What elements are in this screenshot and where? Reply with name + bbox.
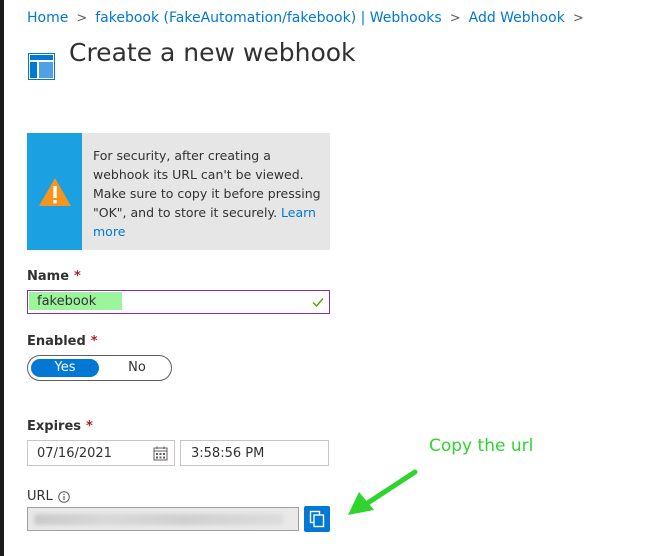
expires-date-value: 07/16/2021 [37, 446, 112, 461]
info-icon[interactable] [57, 490, 70, 503]
check-icon [312, 298, 324, 308]
required-asterisk: * [74, 269, 81, 284]
toggle-no-option[interactable]: No [104, 359, 170, 377]
name-label: Name * [27, 269, 81, 284]
annotation-arrow-icon [348, 469, 418, 515]
chevron-right-icon: > [76, 10, 88, 26]
enabled-toggle[interactable]: Yes No [27, 355, 172, 381]
toggle-yes-option[interactable]: Yes [31, 359, 99, 377]
breadcrumb-home[interactable]: Home [27, 10, 68, 26]
name-value: fakebook [37, 294, 97, 309]
alert-bar [27, 133, 82, 250]
calendar-icon[interactable] [153, 446, 168, 461]
chevron-right-icon: > [572, 10, 584, 26]
enabled-label: Enabled * [27, 334, 98, 349]
required-asterisk: * [86, 419, 93, 434]
name-input[interactable]: fakebook [27, 290, 330, 314]
required-asterisk: * [90, 334, 98, 349]
page-title: Create a new webhook [69, 38, 356, 67]
security-alert: For security, after creating a webhook i… [27, 133, 330, 250]
redacted-url [34, 514, 284, 525]
blade-layout-icon [28, 53, 55, 80]
expires-date-input[interactable]: 07/16/2021 [27, 440, 175, 466]
breadcrumb: Home > fakebook (FakeAutomation/fakebook… [27, 10, 592, 26]
breadcrumb-webhooks[interactable]: fakebook (FakeAutomation/fakebook) | Web… [95, 10, 441, 26]
copy-icon [309, 510, 325, 528]
alert-message: For security, after creating a webhook i… [93, 146, 323, 241]
chevron-right-icon: > [449, 10, 461, 26]
url-label: URL [27, 489, 70, 504]
url-field[interactable] [27, 507, 299, 531]
annotation-label: Copy the url [429, 436, 534, 456]
copy-to-clipboard-button[interactable] [304, 506, 330, 532]
expires-time-value: 3:58:56 PM [191, 446, 265, 461]
expires-label: Expires * [27, 419, 93, 434]
expires-time-input[interactable]: 3:58:56 PM [180, 440, 329, 466]
warning-icon [38, 177, 71, 206]
window-left-edge [0, 0, 4, 556]
breadcrumb-add-webhook[interactable]: Add Webhook [469, 10, 565, 26]
